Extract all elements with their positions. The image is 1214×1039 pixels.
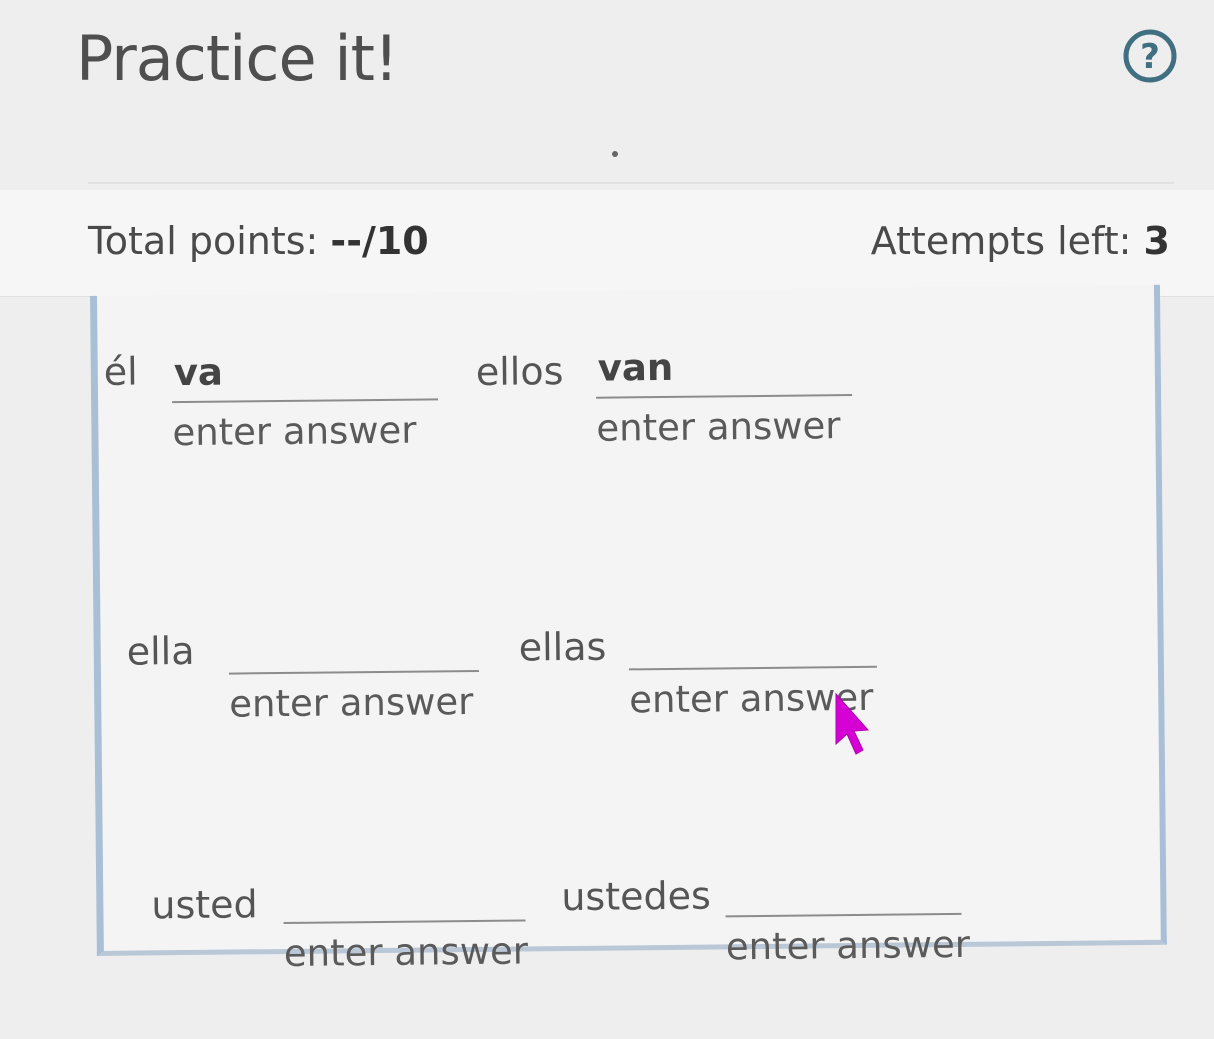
stray-dot: [612, 151, 618, 157]
answer-input-ellos[interactable]: van: [595, 344, 853, 399]
answer-hint-ustedes: enter answer: [725, 922, 971, 969]
answer-usted: enter answer: [283, 869, 529, 976]
svg-text:?: ?: [1140, 37, 1160, 77]
subject-ella: ella: [126, 628, 195, 674]
subject-ustedes: ustedes: [561, 873, 712, 920]
total-points: Total points: --/10: [88, 219, 429, 263]
total-points-value: --/10: [330, 219, 429, 263]
answer-el: va enter answer: [171, 348, 439, 455]
answer-hint-ella: enter answer: [229, 680, 474, 726]
answer-hint-el: enter answer: [172, 408, 417, 455]
subject-ellas: ellas: [518, 624, 607, 670]
subject-usted: usted: [151, 882, 258, 928]
answer-input-ustedes[interactable]: [724, 862, 962, 918]
answer-ella: enter answer: [228, 619, 479, 726]
subject-ellos: ellos: [475, 349, 564, 394]
answer-input-usted[interactable]: [283, 869, 526, 925]
attempts-left-label: Attempts left:: [870, 219, 1144, 263]
page-title: Practice it!: [76, 22, 399, 95]
attempts-left-value: 3: [1143, 219, 1170, 263]
answer-ellos: van enter answer: [595, 344, 853, 450]
score-bar: Total points: --/10 Attempts left: 3: [0, 190, 1214, 297]
subject-el: él: [103, 349, 138, 394]
answer-input-ellas[interactable]: [628, 615, 877, 671]
mouse-pointer-icon: [832, 692, 872, 758]
answer-input-el[interactable]: va: [171, 348, 439, 404]
answer-hint-ellos: enter answer: [596, 404, 841, 450]
header-divider: [88, 182, 1174, 184]
total-points-label: Total points:: [88, 219, 331, 263]
conjugation-exercise-panel: él va enter answer ellos van enter answe…: [90, 284, 1167, 975]
answer-ustedes: enter answer: [724, 862, 971, 969]
attempts-left: Attempts left: 3: [871, 219, 1170, 263]
help-question-circle-icon[interactable]: ?: [1122, 28, 1178, 84]
answer-hint-usted: enter answer: [283, 929, 529, 976]
answer-input-ella[interactable]: [228, 619, 479, 675]
